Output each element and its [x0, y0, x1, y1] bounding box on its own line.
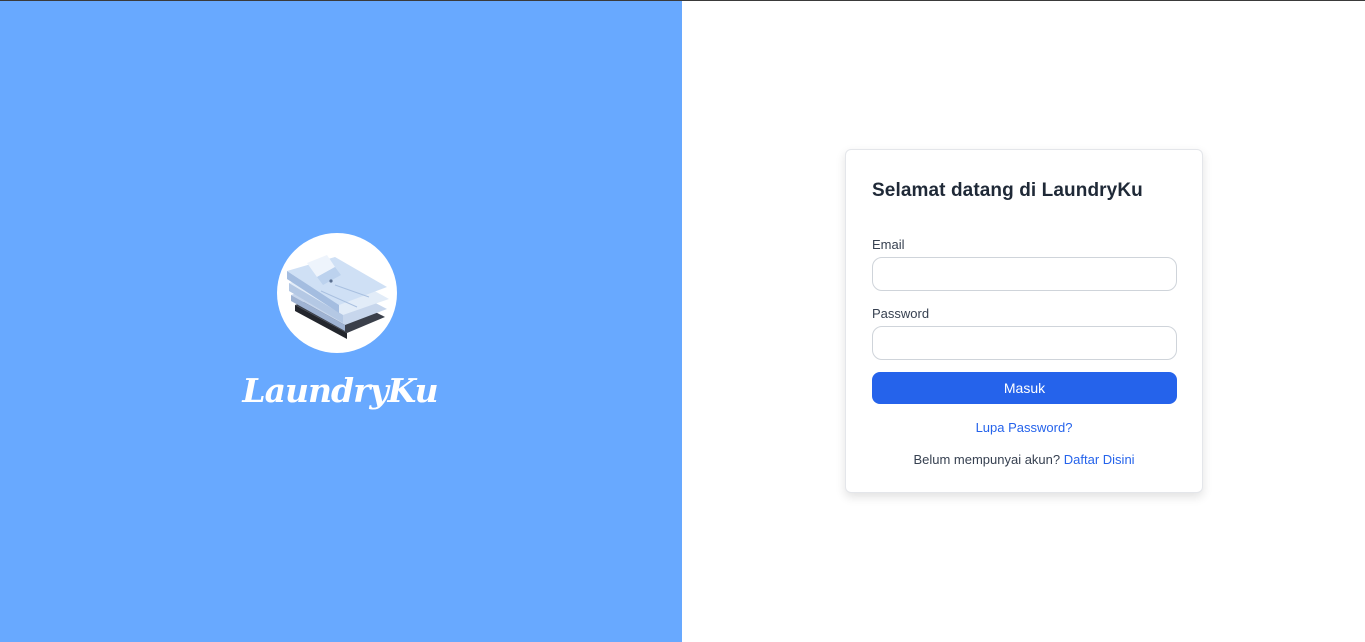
- brand-name-text: LaundryKu: [242, 371, 438, 410]
- register-row: Belum mempunyai akun? Daftar Disini: [846, 452, 1202, 467]
- login-title: Selamat datang di LaundryKu: [872, 180, 1143, 201]
- email-field[interactable]: [872, 257, 1177, 291]
- register-prompt: Belum mempunyai akun?: [913, 452, 1061, 467]
- login-panel: Selamat datang di LaundryKu Email Passwo…: [682, 1, 1365, 642]
- forgot-password-link[interactable]: Lupa Password?: [846, 420, 1202, 435]
- logo-image: [287, 255, 389, 339]
- folded-shirts-icon: [277, 233, 397, 353]
- email-label: Email: [872, 237, 905, 252]
- login-button[interactable]: Masuk: [872, 372, 1177, 404]
- password-field[interactable]: [872, 326, 1177, 360]
- brand-name: LaundryKu: [0, 371, 682, 410]
- password-label: Password: [872, 306, 930, 321]
- brand-block: LaundryKu: [0, 233, 682, 423]
- login-card: Selamat datang di LaundryKu Email Passwo…: [845, 149, 1203, 493]
- register-link[interactable]: Daftar Disini: [1064, 452, 1135, 467]
- brand-panel: LaundryKu: [0, 1, 682, 642]
